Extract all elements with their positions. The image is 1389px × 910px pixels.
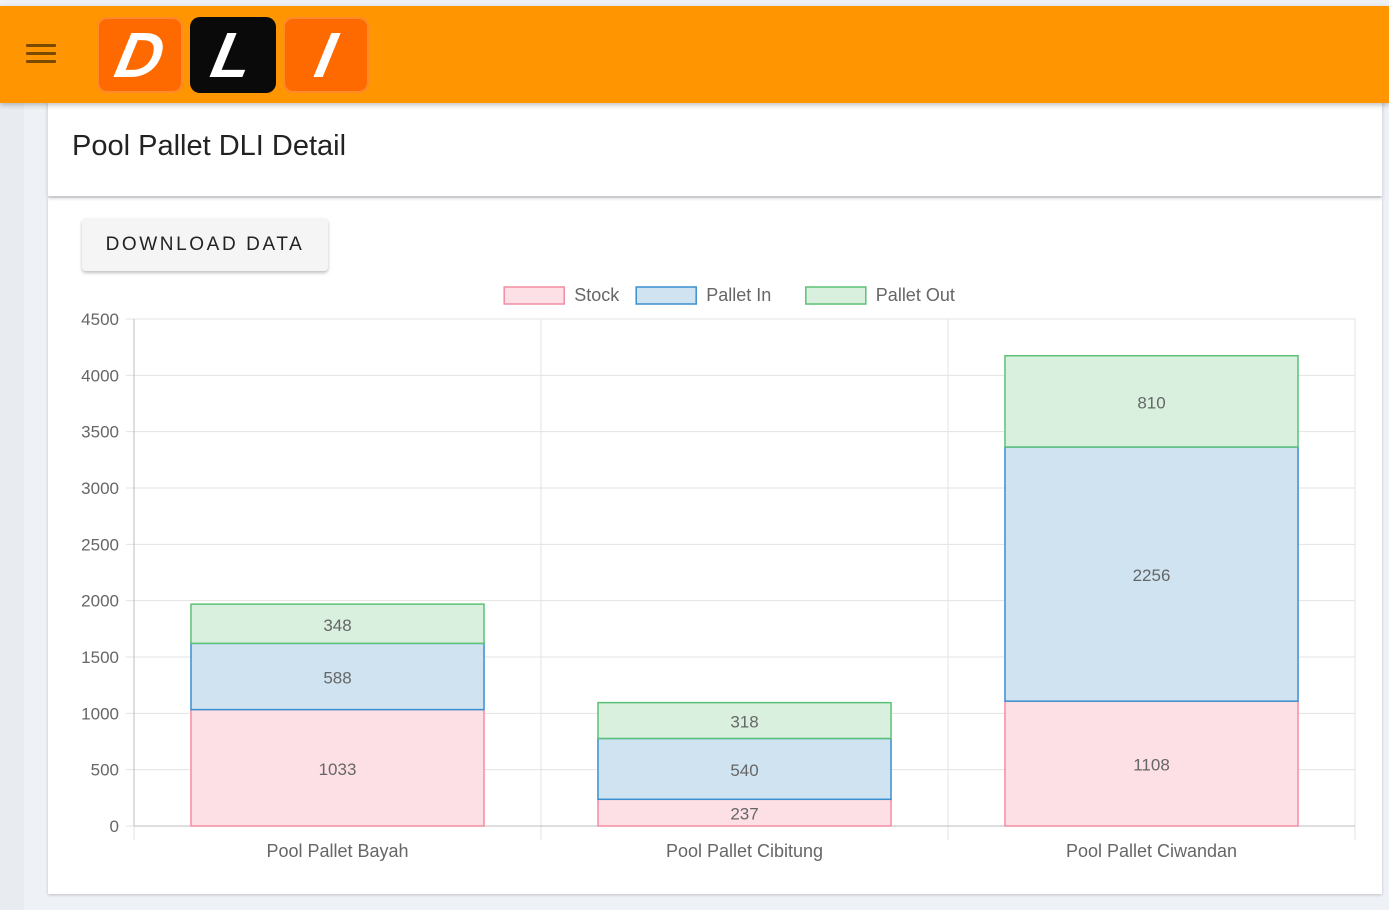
y-tick-label: 500 — [91, 761, 119, 780]
y-tick-label: 2500 — [81, 535, 119, 554]
y-tick-label: 1500 — [81, 648, 119, 667]
x-category-label: Pool Pallet Ciwandan — [1066, 841, 1237, 861]
logo-tile-i: I — [283, 17, 369, 93]
side-rail — [0, 103, 24, 910]
data-label: 1108 — [1133, 756, 1170, 775]
data-label: 810 — [1137, 393, 1165, 412]
x-category-label: Pool Pallet Bayah — [266, 841, 408, 861]
y-tick-label: 4000 — [81, 366, 119, 385]
data-label: 348 — [323, 616, 351, 635]
y-tick-label: 3000 — [81, 479, 119, 498]
y-tick-label: 4500 — [81, 310, 119, 329]
top-app-bar: D L I — [0, 6, 1389, 103]
page-header-card: Pool Pallet DLI Detail — [48, 100, 1382, 196]
page-title: Pool Pallet DLI Detail — [72, 130, 347, 162]
y-tick-label: 0 — [110, 817, 119, 836]
dli-logo[interactable]: D L I — [97, 17, 369, 93]
data-label: 2256 — [1133, 566, 1171, 585]
legend-label: Pallet In — [706, 285, 771, 305]
y-tick-label: 2000 — [81, 592, 119, 611]
legend-label: Pallet Out — [876, 285, 955, 305]
data-label: 540 — [730, 761, 758, 780]
data-label: 588 — [323, 668, 351, 687]
chart-card: DOWNLOAD DATA 0 500 1000 1500 2000 2500 3000 35… — [48, 198, 1382, 894]
y-tick-label: 1000 — [81, 704, 119, 723]
logo-tile-l: L — [190, 17, 276, 93]
legend-label: Stock — [574, 285, 620, 305]
legend-swatch — [805, 286, 867, 305]
legend-swatch — [635, 286, 697, 305]
hamburger-menu-icon[interactable] — [26, 44, 56, 66]
y-tick-label: 3500 — [81, 423, 119, 442]
data-label: 1033 — [319, 760, 357, 779]
data-label: 318 — [730, 713, 758, 732]
legend-swatch — [503, 286, 565, 305]
x-category-label: Pool Pallet Cibitung — [666, 841, 823, 861]
stacked-bar-chart: 0 500 1000 1500 2000 2500 3000 3500 4000 4500 1033… — [81, 285, 1356, 861]
logo-tile-d: D — [97, 17, 183, 93]
data-label: 237 — [730, 805, 758, 824]
